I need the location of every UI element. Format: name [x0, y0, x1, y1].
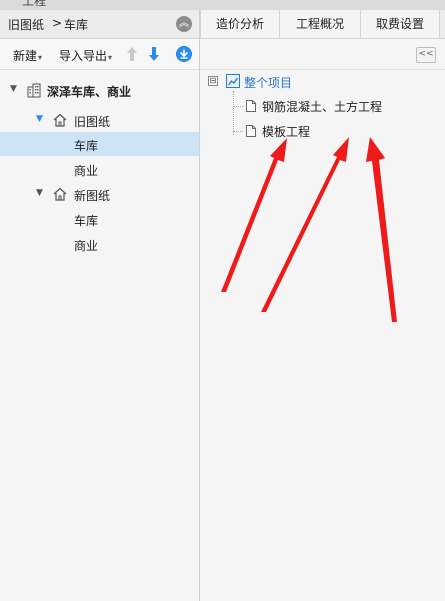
collapse-up-icon[interactable]: ︽	[176, 16, 192, 32]
divider	[200, 69, 445, 70]
document-icon	[246, 125, 256, 137]
caret-down-icon: ▾	[38, 53, 43, 62]
tab-bar: 造价分析 工程概况 取费设置	[200, 10, 445, 39]
project-item-label[interactable]: 钢筋混凝土、土方工程	[262, 98, 382, 115]
caret-down-icon: ▾	[108, 53, 113, 62]
document-icon	[246, 100, 256, 112]
tree-item-old-drawings[interactable]: ▼ 旧图纸	[0, 108, 199, 132]
tree-item-old-commercial[interactable]: 商业	[0, 157, 199, 181]
project-icon	[226, 74, 240, 88]
breadcrumb-current: 车库	[64, 18, 89, 32]
tree-item-label: 车库	[74, 214, 99, 228]
tree-root-label: 深泽车库、商业	[47, 85, 132, 99]
download-icon[interactable]	[176, 46, 192, 62]
left-panel: 旧图纸 > 车库 ︽ 新建▾ 导入导出▾ ▼ 深泽车库、商业 ▼ 旧图纸 车库 …	[0, 10, 200, 601]
collapse-panel-icon[interactable]: <<	[416, 47, 436, 63]
collapse-node-icon[interactable]: ⊟	[208, 76, 218, 86]
tab-project-overview[interactable]: 工程概况	[279, 10, 361, 38]
tree-item-label: 旧图纸	[74, 115, 111, 129]
tree-item-label: 商业	[74, 239, 99, 253]
window-title-strip: 工程	[0, 0, 445, 10]
new-button-label: 新建	[13, 49, 38, 63]
building-icon	[27, 83, 41, 98]
tree-toolbar: 新建▾ 导入导出▾	[0, 39, 199, 70]
tree-connector	[233, 131, 243, 133]
tree-connector	[233, 106, 243, 108]
tab-fee-settings[interactable]: 取费设置	[360, 10, 440, 38]
new-button[interactable]: 新建▾	[13, 47, 42, 64]
house-icon	[53, 187, 67, 201]
house-icon	[53, 113, 67, 127]
expand-triangle-icon[interactable]: ▼	[36, 114, 43, 124]
breadcrumb-separator: >	[52, 16, 63, 30]
breadcrumb: 旧图纸 > 车库 ︽	[0, 10, 199, 39]
tree-connector	[233, 91, 235, 135]
move-up-icon[interactable]	[126, 46, 138, 62]
move-down-icon[interactable]	[148, 46, 160, 62]
tree-item-new-garage[interactable]: 车库	[0, 207, 199, 231]
window-title-fragment: 工程	[22, 0, 47, 8]
breadcrumb-parent[interactable]: 旧图纸	[8, 16, 44, 33]
import-export-label: 导入导出	[59, 49, 108, 63]
project-item-label[interactable]: 模板工程	[262, 123, 310, 140]
expand-triangle-icon[interactable]: ▼	[36, 188, 43, 198]
tree-item-label: 车库	[74, 139, 99, 153]
tree-item-label: 新图纸	[74, 189, 111, 203]
tab-cost-analysis[interactable]: 造价分析	[200, 10, 280, 38]
project-root-label[interactable]: 整个项目	[244, 74, 292, 91]
expand-triangle-icon[interactable]: ▼	[10, 84, 17, 94]
tree-item-new-drawings[interactable]: ▼ 新图纸	[0, 182, 199, 206]
tree-item-new-commercial[interactable]: 商业	[0, 232, 199, 256]
tree-item-label: 商业	[74, 164, 99, 178]
import-export-button[interactable]: 导入导出▾	[59, 47, 112, 64]
tree-item-old-garage[interactable]: 车库	[0, 132, 199, 156]
tree-root-item[interactable]: ▼ 深泽车库、商业	[0, 78, 199, 102]
project-panel: << ⊟ 整个项目 钢筋混凝土、土方工程 模板工程	[200, 39, 445, 601]
